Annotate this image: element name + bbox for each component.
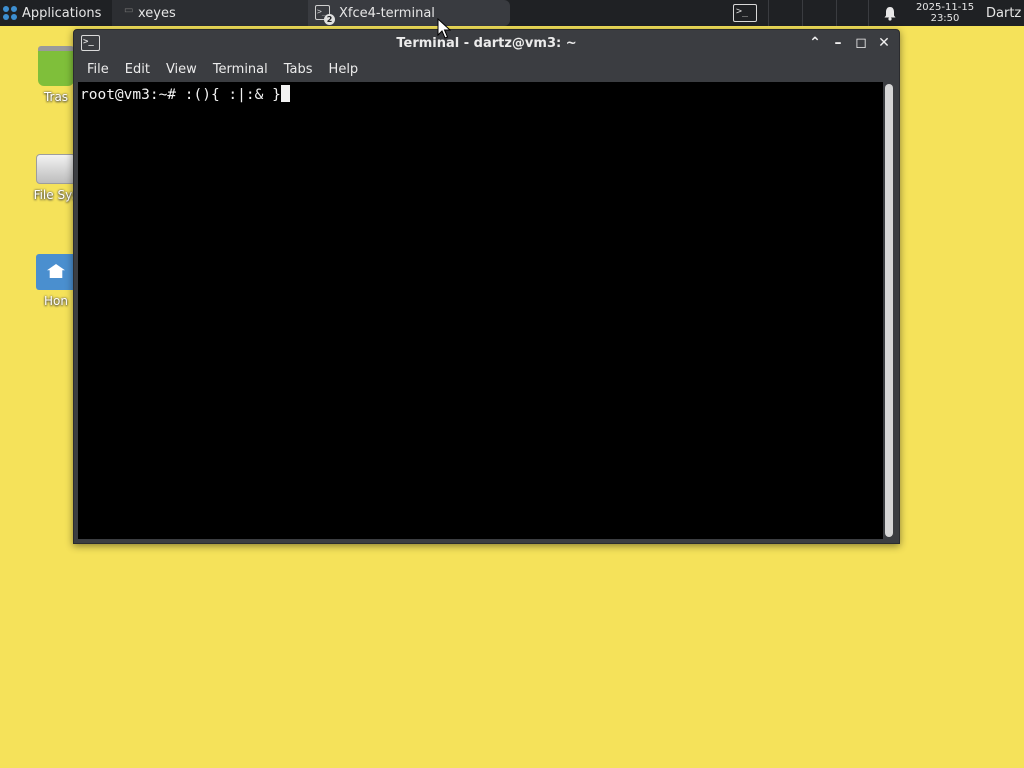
applications-menu-button[interactable]: Applications [0,0,112,26]
terminal-command: :(){ :|:& } [184,87,281,103]
terminal-icon[interactable]: >_ [81,35,100,51]
menu-terminal[interactable]: Terminal [205,62,276,77]
close-button[interactable]: ✕ [875,34,893,52]
user-name: Dartz [986,5,1022,21]
window-titlebar[interactable]: >_ Terminal - dartz@vm3: ~ ⌃ – ◻ ✕ [74,30,899,57]
scrollbar-thumb[interactable] [885,84,893,537]
menu-tabs[interactable]: Tabs [276,62,321,77]
clock-date: 2025-11-15 [915,2,975,13]
xfce-logo-icon [3,5,18,21]
home-folder-icon [36,254,76,290]
mouse-pointer-icon [437,18,451,39]
bell-icon [884,6,896,21]
terminal-launcher-icon: >_ [733,4,757,22]
top-panel: Applications ▭ xeyes >_ 2 Xfce4-terminal… [0,0,1024,26]
user-menu-button[interactable]: Dartz [986,0,1024,26]
clock[interactable]: 2025-11-15 23:50 [910,0,980,26]
menu-view[interactable]: View [158,62,205,77]
terminal-prompt: root@vm3:~# [80,87,185,103]
terminal-scrollbar[interactable] [885,84,893,539]
taskbar-item-label: xeyes [138,5,176,21]
taskbar-item-xeyes[interactable]: ▭ xeyes [112,0,308,26]
panel-separator [836,0,837,26]
terminal-launcher-button[interactable]: >_ [730,0,760,26]
menu-file[interactable]: File [79,62,117,77]
minimize-button[interactable]: – [829,34,847,52]
xeyes-icon: ▭ [124,5,134,16]
window-title: Terminal - dartz@vm3: ~ [396,36,577,51]
panel-separator [768,0,769,26]
menu-help[interactable]: Help [321,62,367,77]
maximize-button[interactable]: ◻ [852,34,870,52]
menu-bar: File Edit View Terminal Tabs Help [74,57,899,82]
text-cursor [280,85,290,102]
terminal-output[interactable]: root@vm3:~# :(){ :|:& } [78,82,883,539]
taskbar-item-terminal[interactable]: >_ 2 Xfce4-terminal [308,0,510,26]
taskbar-item-label: Xfce4-terminal [339,5,435,21]
applications-label: Applications [22,5,102,21]
menu-edit[interactable]: Edit [117,62,158,77]
clock-time: 23:50 [930,13,960,24]
notifications-button[interactable] [880,0,900,26]
drive-icon [36,154,76,184]
shade-button[interactable]: ⌃ [806,34,824,52]
trash-icon [38,46,74,86]
window-count-badge: 2 [324,14,335,25]
terminal-window[interactable]: >_ Terminal - dartz@vm3: ~ ⌃ – ◻ ✕ File … [73,29,900,544]
panel-separator [802,0,803,26]
panel-separator [868,0,869,26]
